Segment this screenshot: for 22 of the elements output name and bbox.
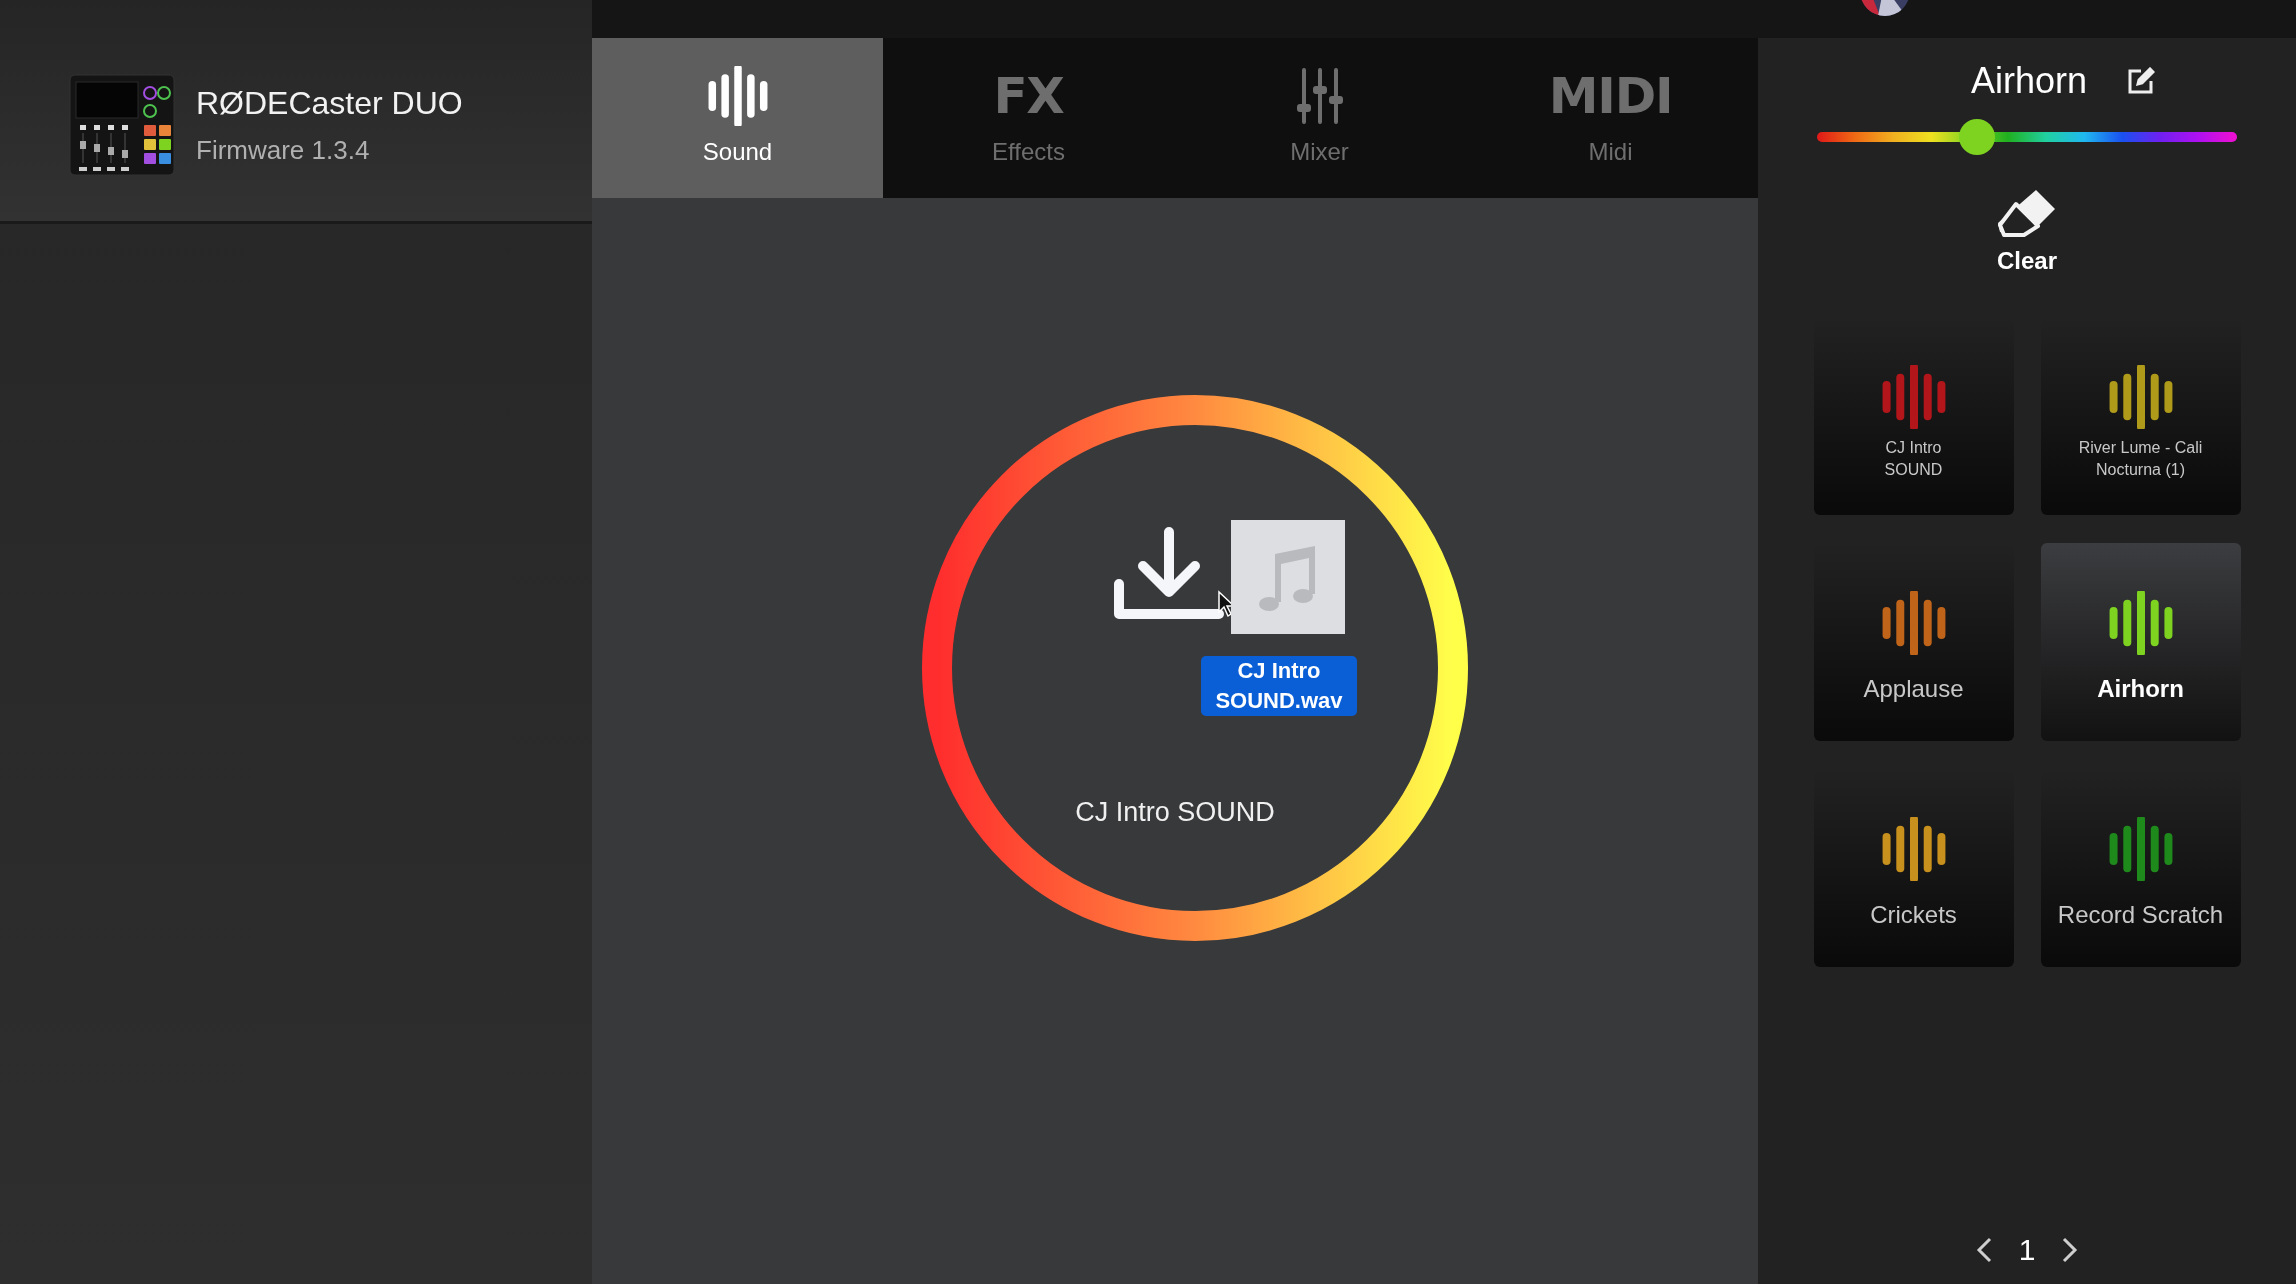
tab[interactable]: Sound [592,38,883,198]
music-file-icon [1231,520,1345,634]
tab-logo-text: MIDI [1548,66,1673,126]
sound-title: CJ Intro SOUND [1074,796,1276,829]
tab[interactable]: MIDI Midi [1465,38,1756,198]
download-icon [1111,524,1227,620]
tab[interactable]: Mixer [1174,38,1465,198]
page-number: 1 [2018,1232,2036,1268]
clear-button[interactable]: Clear [1996,187,2058,279]
tab-logo-text: FX [993,66,1064,126]
tab[interactable]: FX Effects [883,38,1174,198]
file-name-label: CJ Intro SOUND.wav [1201,656,1357,716]
sound-pad[interactable]: Airhorn [2040,543,2241,741]
firmware-version: Firmware 1.3.4 [196,134,371,167]
next-page-icon[interactable] [2061,1235,2080,1264]
slider-thumb[interactable] [1958,119,1995,155]
previous-page-icon[interactable] [1974,1235,1993,1264]
eraser-icon [1996,187,2058,239]
device-name: RØDECaster DUO [196,84,463,123]
pad-name: Airhorn [1970,59,2088,103]
sliders-icon [1295,66,1344,126]
edit-icon[interactable] [2127,67,2156,95]
